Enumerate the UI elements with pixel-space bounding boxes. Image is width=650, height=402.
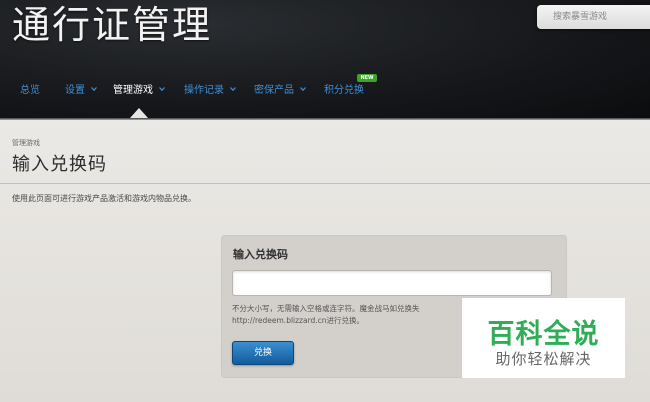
divider: [0, 183, 650, 184]
watermark-logo: 百科全说 助你轻松解决: [462, 298, 625, 378]
page-description: 使用此页面可进行游戏产品激活和游戏内物品兑换。: [12, 194, 196, 203]
watermark-main-text: 百科全说: [487, 319, 600, 350]
chevron-down-icon: [230, 87, 237, 92]
page-header-title: 通行证管理: [12, 3, 213, 47]
nav-item-label: 管理游戏: [113, 85, 153, 96]
nav-item-security-products[interactable]: 密保产品: [254, 80, 307, 104]
nav-item-label: 密保产品: [254, 85, 294, 96]
chevron-down-icon: [300, 87, 307, 92]
nav-item-points-exchange[interactable]: 积分兑换: [324, 80, 364, 104]
nav-item-history[interactable]: 操作记录: [184, 80, 237, 104]
nav-item-overview[interactable]: 总览: [20, 80, 40, 104]
nav-item-label: 设置: [65, 85, 85, 96]
nav-item-label: 操作记录: [184, 85, 224, 96]
new-badge: NEW: [357, 74, 377, 82]
form-hint: 不分大小写，无需输入空格或连字符。魔金战马如兑换失 http://redeem.…: [232, 303, 472, 327]
main-nav: 总览 设置 管理游戏 操作记录 密保产品 积分兑换: [0, 80, 650, 104]
hint-line-2: http://redeem.blizzard.cn进行兑换。: [232, 316, 365, 325]
redeem-button[interactable]: 兑换: [232, 341, 294, 365]
chevron-down-icon: [91, 87, 98, 92]
nav-item-label: 总览: [20, 85, 40, 96]
watermark-sub-text: 助你轻松解决: [495, 350, 592, 368]
search-box[interactable]: [537, 5, 650, 29]
nav-item-settings[interactable]: 设置: [65, 80, 98, 104]
chevron-down-icon: [159, 87, 166, 92]
page-title: 输入兑换码: [12, 154, 107, 175]
nav-item-manage-games[interactable]: 管理游戏: [113, 80, 166, 104]
nav-item-label: 积分兑换: [324, 85, 364, 96]
site-header: 通行证管理 总览 设置 管理游戏 操作记录 密保产品 积分兑换 NEW: [0, 0, 650, 120]
hint-line-1: 不分大小写，无需输入空格或连字符。魔金战马如兑换失: [232, 304, 420, 313]
active-nav-pointer: [130, 108, 148, 118]
breadcrumb[interactable]: 管理游戏: [12, 138, 40, 148]
redeem-code-input[interactable]: [232, 270, 552, 296]
code-field-label: 输入兑换码: [233, 248, 288, 261]
search-input[interactable]: [553, 9, 648, 25]
